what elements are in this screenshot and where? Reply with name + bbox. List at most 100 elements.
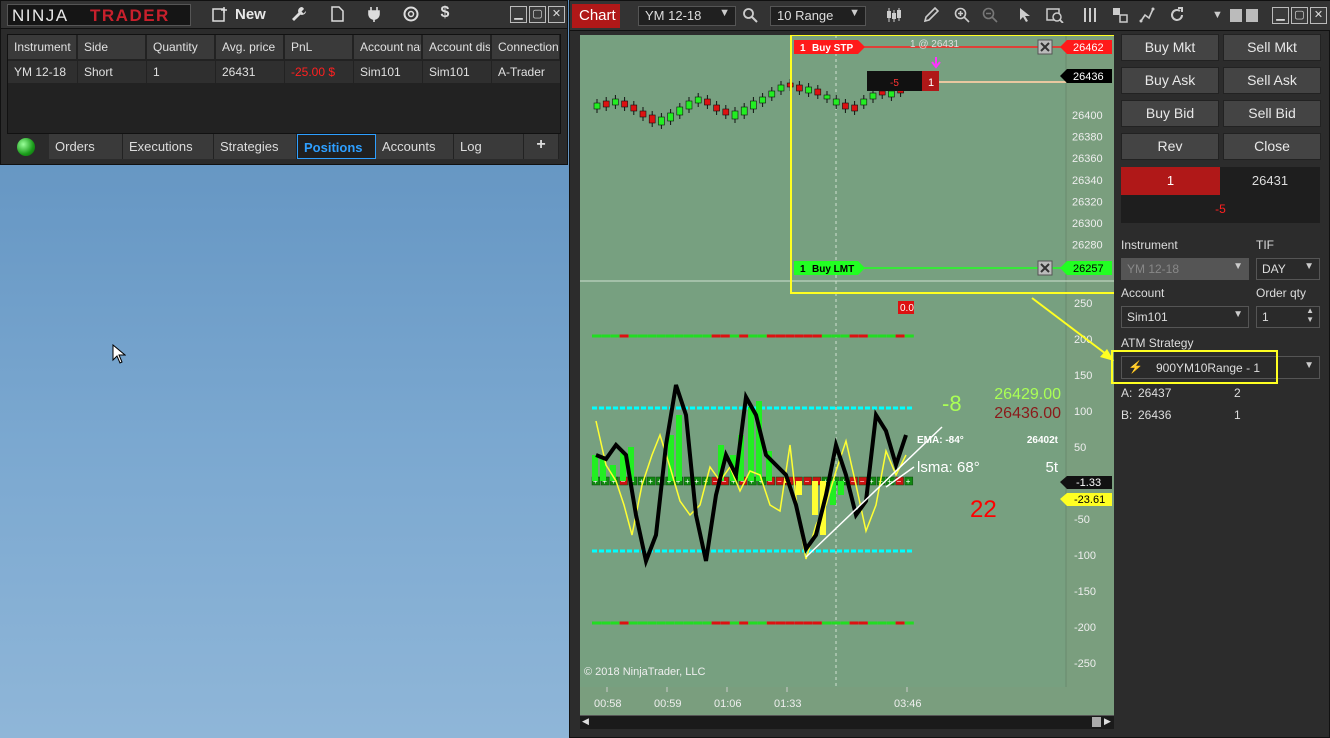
table-cell-pnl[interactable]: -25.00 $ [285,61,353,83]
column-header-account-name[interactable]: Account name [354,35,422,60]
column-header-connection[interactable]: Connection [492,35,560,60]
dollar-icon[interactable]: $ [434,4,456,22]
column-header-side[interactable]: Side [78,35,146,60]
table-row[interactable]: YM 12-18 [8,61,77,83]
account-select[interactable]: Sim101 ▼ [1121,306,1249,328]
tab-log[interactable]: Log [454,134,524,159]
instrument-selector[interactable]: YM 12-18 ▼ [638,6,736,26]
minimize-button[interactable]: ▁ [510,6,527,23]
scroll-left-icon[interactable]: ◀ [582,716,589,727]
document-icon[interactable] [326,6,348,26]
buy-market-button[interactable]: Buy Mkt [1121,34,1219,61]
column-header-pnl[interactable]: PnL [285,35,353,60]
price-axis-label: 26400 [1072,110,1103,122]
zoom-in-icon[interactable] [952,7,972,25]
table-cell-account-display[interactable]: Sim101 [423,61,491,83]
new-window-icon[interactable] [209,6,231,26]
window-layout-icon-2[interactable] [1246,9,1258,22]
table-cell-avg-price[interactable]: 26431 [216,61,284,83]
maximize-button[interactable]: ▢ [1291,7,1308,24]
indicator-price-b: 26436.00 [994,405,1061,422]
search-icon[interactable] [740,7,760,25]
reload-icon[interactable] [1167,7,1187,25]
osc-axis-label: 50 [1074,442,1086,454]
column-header-instrument[interactable]: Instrument [8,35,77,60]
tab-accounts[interactable]: Accounts [376,134,454,159]
signal-dot [849,334,859,338]
osc-axis-label: 100 [1074,406,1092,418]
chart-plot-area[interactable]: 26400 26380 26360 26340 26320 26300 26280 250 2… [580,34,1116,715]
table-cell-quantity[interactable]: 1 [147,61,215,83]
data-box-icon[interactable] [1045,7,1065,25]
indicators-icon[interactable] [1080,7,1100,25]
window-menu-chevron-icon[interactable]: ▼ [1212,9,1223,21]
indicator-price-a: 26429.00 [994,386,1061,403]
tab-orders[interactable]: Orders [49,134,123,159]
pointer-icon[interactable] [1015,7,1035,25]
close-button[interactable]: ✕ [548,6,565,23]
candle-body [648,114,656,124]
connection-plug-icon[interactable] [363,6,385,26]
histogram-bar [592,455,598,481]
signal-dot [684,621,693,625]
candle-body [888,90,895,98]
tab-strategies[interactable]: Strategies [214,134,297,159]
close-button[interactable]: ✕ [1310,7,1327,24]
help-lifebuoy-icon[interactable] [400,6,422,26]
candle-body [731,110,739,120]
osc-axis-label: 250 [1074,298,1092,310]
stepper-up-down-icon[interactable]: ▲ ▼ [1306,306,1314,324]
signal-dot [812,334,822,338]
tab-positions[interactable]: Positions [297,134,376,159]
maximize-button[interactable]: ▢ [529,6,546,23]
chart-tab[interactable]: Chart [572,4,620,28]
buy-bid-button[interactable]: Buy Bid [1121,100,1219,127]
tab-executions[interactable]: Executions [123,134,214,159]
minimize-button[interactable]: ▁ [1272,7,1289,24]
position-quantity: 1 [1121,167,1220,195]
column-header-account-display[interactable]: Account display name [423,35,491,60]
sell-market-button[interactable]: Sell Mkt [1223,34,1321,61]
window-layout-icon[interactable] [1230,9,1242,22]
chart-canvas[interactable]: 26400 26380 26360 26340 26320 26300 26280 250 2… [580,34,1116,715]
signal-dot [656,334,666,338]
tif-select[interactable]: DAY ▼ [1256,258,1320,280]
ask-label: A: [1121,386,1133,400]
buy-stop-qty: 1 [800,43,806,54]
sell-bid-button[interactable]: Sell Bid [1223,100,1321,127]
add-tab-button[interactable]: + [524,134,559,159]
bid-price: 26436 [1138,408,1172,422]
osc-axis-label: 150 [1074,370,1092,382]
wrench-icon[interactable] [288,6,310,26]
order-qty-stepper[interactable]: 1 ▲ ▼ [1256,306,1320,328]
table-cell-connection[interactable]: A-Trader [492,61,560,83]
table-cell-account-name[interactable]: Sim101 [354,61,422,83]
new-menu-button[interactable]: New [235,6,266,23]
control-center-titlebar[interactable]: NINJA TRADER New $ ▁ ▢ ✕ [1,1,567,29]
scroll-thumb[interactable] [1092,717,1101,727]
signal-dot [638,334,647,338]
buy-ask-button[interactable]: Buy Ask [1121,67,1219,94]
column-header-avg-price[interactable]: Avg. price [216,35,284,60]
candle-body [750,100,757,110]
chart-scrollbar[interactable]: ◀ ▶ [580,715,1114,729]
table-cell-side[interactable]: Short [78,61,146,83]
zoom-out-icon[interactable] [980,7,1000,25]
positions-grid: Instrument Side Quantity Avg. price PnL … [7,34,561,134]
sell-ask-button[interactable]: Sell Ask [1223,67,1321,94]
interval-selector[interactable]: 10 Range ▼ [770,6,866,26]
strategies-icon[interactable] [1137,7,1157,25]
interval-selector-value: 10 Range [777,8,834,23]
candlestick-style-icon[interactable] [884,7,904,25]
signal-dot [895,334,905,338]
column-header-quantity[interactable]: Quantity [147,35,215,60]
signal-dot [647,334,657,338]
close-position-button[interactable]: Close [1223,133,1321,160]
histogram-bar [748,407,754,481]
reverse-button[interactable]: Rev [1121,133,1219,160]
templates-icon[interactable] [1110,7,1130,25]
draw-pencil-icon[interactable] [921,6,941,25]
signal-glyph: − [805,477,810,486]
signal-dot [785,334,795,338]
scroll-right-icon[interactable]: ▶ [1104,716,1111,727]
